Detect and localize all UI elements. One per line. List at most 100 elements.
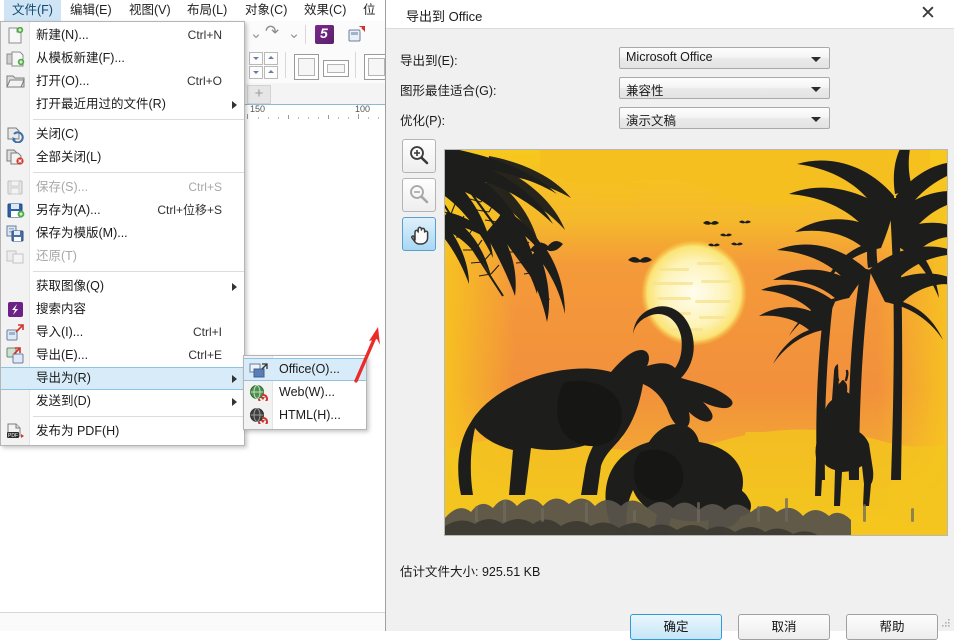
menu-bitmap[interactable]: 位: [355, 0, 384, 21]
menu-item-export[interactable]: 导出(E)... Ctrl+E: [1, 344, 244, 367]
menu-item-label: 打开(O)...: [36, 74, 90, 88]
menu-item-save-as-template[interactable]: 保存为模版(M)...: [1, 222, 244, 245]
menu-item-label: 导入(I)...: [36, 325, 84, 339]
property-divider: [285, 52, 286, 78]
menu-item-shortcut: Ctrl+E: [188, 348, 222, 362]
menu-layout[interactable]: 布局(L): [179, 0, 235, 21]
submenu-item-office[interactable]: Office(O)...: [244, 358, 366, 381]
add-page-button[interactable]: +: [247, 85, 271, 104]
menu-item-label: 新建(N)...: [36, 28, 89, 42]
menu-bar: 文件(F) 编辑(E) 视图(V) 布局(L) 对象(C) 效果(C) 位: [0, 0, 385, 21]
menu-item-open-recent[interactable]: 打开最近用过的文件(R): [1, 93, 244, 116]
menu-item-close[interactable]: 关闭(C): [1, 123, 244, 146]
export-icon: [6, 347, 25, 364]
submenu-item-web[interactable]: Web(W)...: [244, 381, 366, 404]
pan-button[interactable]: [402, 217, 436, 251]
chevron-down-icon: [811, 57, 821, 62]
menu-item-label: 全部关闭(L): [36, 150, 102, 164]
field-label: 导出到(E):: [400, 54, 458, 68]
zoom-out-button[interactable]: [402, 178, 436, 212]
menu-object[interactable]: 对象(C): [237, 0, 295, 21]
width-spinner-down[interactable]: [249, 52, 263, 65]
preview-artwork: [445, 150, 947, 535]
page-size-button[interactable]: [364, 54, 385, 80]
menu-edit[interactable]: 编辑(E): [62, 0, 120, 21]
menu-item-label: 还原(T): [36, 249, 77, 263]
menu-item-open[interactable]: 打开(O)... Ctrl+O: [1, 70, 244, 93]
pdf-icon: PDF: [6, 423, 25, 440]
field-optimize: 优化(P): 演示文稿: [400, 107, 941, 129]
portrait-orientation-button[interactable]: [294, 54, 319, 80]
web-icon: [249, 384, 268, 404]
menu-item-shortcut: Ctrl+O: [186, 74, 222, 88]
export-preview[interactable]: [444, 149, 948, 536]
menu-item-label: 另存为(A)...: [36, 203, 101, 217]
field-label: 图形最佳适合(G):: [400, 84, 497, 98]
save-template-icon: [6, 225, 25, 242]
submenu-item-label: Web(W)...: [279, 385, 336, 399]
menu-item-acquire-image[interactable]: 获取图像(Q): [1, 275, 244, 298]
menu-item-label: 打开最近用过的文件(R): [36, 97, 166, 111]
menu-item-import[interactable]: 导入(I)... Ctrl+I: [1, 321, 244, 344]
height-spinner-up[interactable]: [264, 66, 278, 79]
menu-item-save-as[interactable]: 另存为(A)... Ctrl+位移+S: [1, 199, 244, 222]
menu-item-shortcut: Ctrl+位移+S: [157, 203, 222, 217]
close-icon[interactable]: ✕: [910, 2, 946, 26]
redo-dropdown-icon[interactable]: ⌄: [284, 24, 304, 44]
menu-item-close-all[interactable]: 全部关闭(L): [1, 146, 244, 169]
help-button[interactable]: 帮助: [846, 614, 938, 640]
save-as-icon: [6, 202, 25, 219]
connect-icon: [6, 301, 25, 318]
corel-connect-icon[interactable]: [315, 25, 334, 44]
menu-item-label: 保存(S)...: [36, 180, 89, 194]
menu-item-publish-pdf[interactable]: PDF 发布为 PDF(H): [1, 420, 244, 443]
cancel-button[interactable]: 取消: [738, 614, 830, 640]
html-icon: [249, 407, 268, 427]
estimated-file-size: 估计文件大小: 925.51 KB: [400, 565, 541, 579]
property-divider-2: [355, 52, 356, 78]
width-spinner-up[interactable]: [264, 52, 278, 65]
new-from-template-icon: [6, 50, 25, 67]
menu-item-label: 搜索内容: [36, 302, 87, 316]
optimize-select[interactable]: 演示文稿: [619, 107, 830, 129]
landscape-orientation-button[interactable]: [323, 60, 349, 77]
hand-pan-icon: [411, 226, 429, 245]
submenu-item-html[interactable]: HTML(H)...: [244, 404, 366, 427]
chevron-right-icon: [232, 374, 237, 383]
menu-view[interactable]: 视图(V): [121, 0, 179, 21]
new-document-icon: [6, 26, 25, 44]
svg-text:PDF: PDF: [8, 433, 18, 439]
import-toolbar-icon[interactable]: [348, 25, 366, 42]
menu-item-new[interactable]: 新建(N)... Ctrl+N: [1, 24, 244, 47]
menu-item-shortcut: Ctrl+I: [192, 325, 222, 339]
export-to-select[interactable]: Microsoft Office: [619, 47, 830, 69]
field-export-to: 导出到(E): Microsoft Office: [400, 47, 941, 69]
menu-item-search-content[interactable]: 搜索内容: [1, 298, 244, 321]
menu-item-label: 发布为 PDF(H): [36, 424, 120, 438]
menu-file[interactable]: 文件(F): [4, 0, 61, 21]
menu-item-label: 从模板新建(F)...: [36, 51, 125, 65]
height-spinner-down[interactable]: [249, 66, 263, 79]
open-folder-icon: [6, 73, 25, 90]
ruler-label-1: 100: [355, 104, 371, 114]
menu-item-export-for[interactable]: 导出为(R): [1, 367, 244, 390]
select-value: 兼容性: [626, 84, 664, 98]
redo-icon[interactable]: ↷: [262, 22, 282, 42]
export-to-office-dialog: 导出到 Office ✕ 导出到(E): Microsoft Office 图形…: [385, 0, 954, 640]
menu-item-new-from-template[interactable]: 从模板新建(F)...: [1, 47, 244, 70]
menu-item-label: 保存为模版(M)...: [36, 226, 128, 240]
menu-item-send-to[interactable]: 发送到(D): [1, 390, 244, 413]
menu-item-label: 关闭(C): [36, 127, 79, 141]
ok-button[interactable]: 确定: [630, 614, 722, 640]
graphic-best-fit-select[interactable]: 兼容性: [619, 77, 830, 99]
dialog-body: 导出到(E): Microsoft Office 图形最佳适合(G): 兼容性 …: [386, 29, 954, 640]
close-all-icon: [6, 149, 25, 166]
application-window: ⌄ ↷ ⌄ + 150 100: [0, 0, 385, 631]
resize-grip-icon[interactable]: [941, 618, 951, 628]
menu-effects[interactable]: 效果(C): [296, 0, 354, 21]
menu-separator: [33, 271, 244, 272]
select-value: 演示文稿: [626, 114, 677, 128]
field-graphic-best-fit: 图形最佳适合(G): 兼容性: [400, 77, 941, 99]
zoom-in-button[interactable]: [402, 139, 436, 173]
menu-item-label: 发送到(D): [36, 394, 91, 408]
